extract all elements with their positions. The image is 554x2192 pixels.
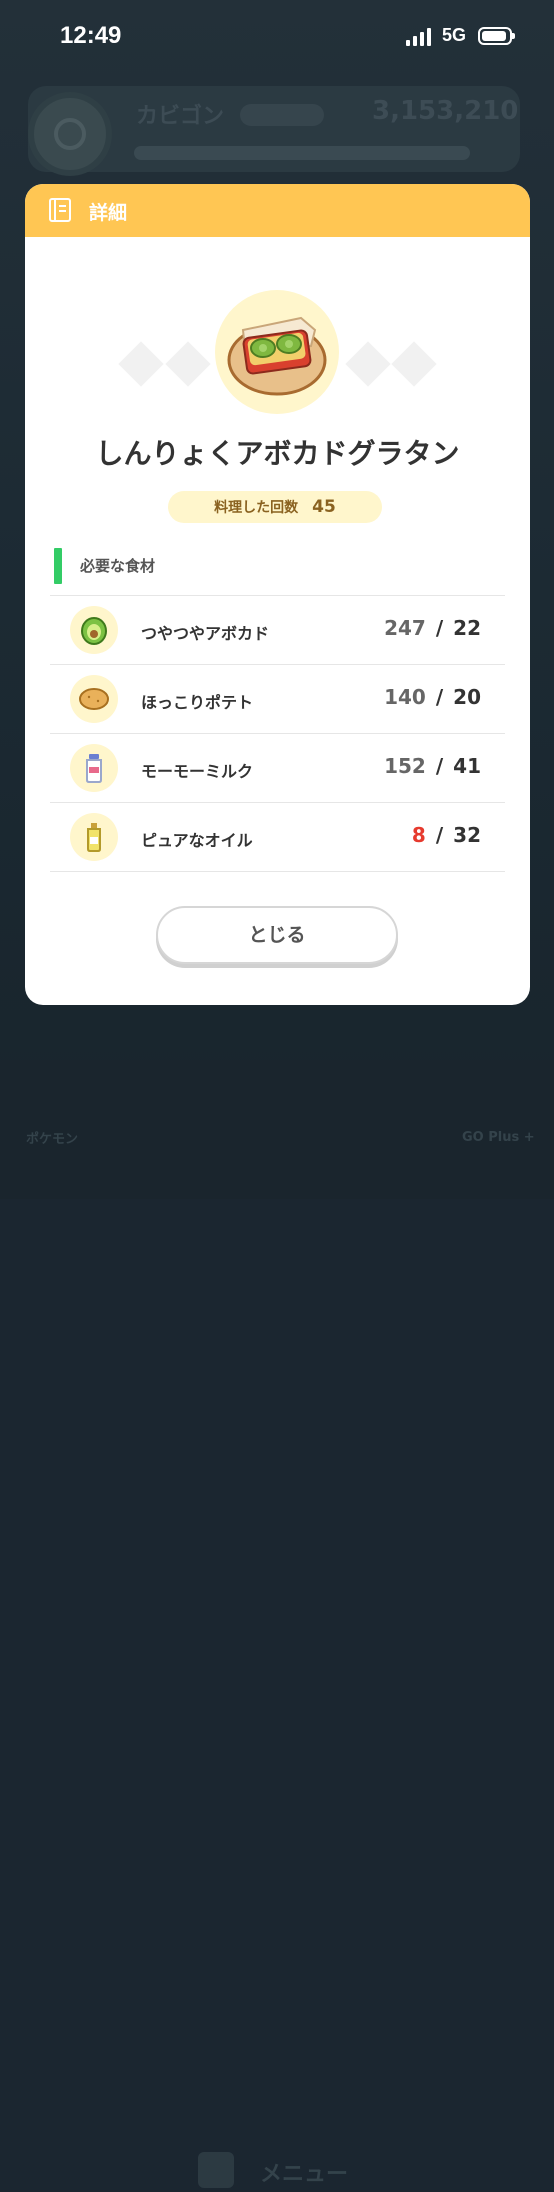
ingredient-row: ほっこりポテト 140 / 20 (50, 664, 505, 733)
bg-bottom-nav: ポケモン メニュー GO Plus + (0, 1060, 554, 2188)
status-time: 12:49 (60, 22, 122, 49)
cooked-count-value: 45 (312, 497, 336, 517)
ingredient-have: 247 (384, 616, 426, 640)
ingredient-icon-bg (70, 813, 118, 861)
bg-badge (240, 104, 324, 126)
ingredient-quantity: 8 / 32 (412, 823, 481, 847)
ingredient-name: モーモーミルク (141, 762, 254, 781)
ingredient-name: ほっこりポテト (141, 693, 254, 712)
quantity-separator: / (435, 823, 444, 847)
network-type: 5G (442, 25, 467, 45)
ingredient-need: 20 (453, 685, 481, 709)
quantity-separator: / (435, 616, 444, 640)
book-icon (49, 198, 71, 222)
milk-icon (86, 754, 102, 783)
bg-menu: メニュー (198, 2148, 348, 2192)
ingredient-quantity: 152 / 41 (384, 754, 481, 778)
bg-progress-bar (134, 146, 470, 160)
bg-menu-icon (198, 2152, 234, 2188)
ingredient-row: つやつやアボカド 247 / 22 (50, 595, 505, 664)
quantity-separator: / (435, 754, 444, 778)
ingredient-icon-bg (70, 675, 118, 723)
avocado-icon (81, 617, 107, 645)
bg-nav-pokemon: ポケモン (26, 1132, 79, 1147)
modal-header: 詳細 (25, 184, 530, 237)
signal-icon (406, 28, 432, 46)
bg-power-value: 3,153,210 (372, 96, 519, 126)
ingredient-need: 22 (453, 616, 481, 640)
modal-title: 詳細 (89, 202, 128, 224)
quantity-separator: / (435, 685, 444, 709)
ingredient-list: つやつやアボカド 247 / 22 ほっこりポテト 140 / 20 モーモーミルク 1… (50, 595, 505, 872)
ingredient-quantity: 247 / 22 (384, 616, 481, 640)
ingredient-row: モーモーミルク 152 / 41 (50, 733, 505, 802)
dish-name: しんりょくアボカドグラタン (95, 437, 460, 470)
oil-icon (87, 823, 101, 852)
ingredient-have: 8 (411, 823, 426, 847)
ingredient-quantity: 140 / 20 (384, 685, 481, 709)
potato-icon (79, 688, 109, 710)
dish-image (215, 290, 339, 414)
ingredient-name: つやつやアボカド (141, 624, 270, 643)
bg-avatar (28, 92, 112, 176)
recipe-detail-modal: 詳細 しんりょくアボカドグラタン 料理した回数 45 必要な食材 つやつやアボカ… (25, 184, 530, 1005)
close-button[interactable]: とじる (156, 906, 398, 964)
ingredient-name: ピュアなオイル (141, 831, 253, 850)
cooked-count-pill: 料理した回数 45 (168, 491, 382, 523)
ingredient-icon-bg (70, 744, 118, 792)
bg-menu-label: メニュー (260, 2162, 349, 2187)
bg-nav-goplus: GO Plus + (462, 1130, 535, 1145)
ingredient-have: 152 (384, 754, 426, 778)
ingredient-icon-bg (70, 606, 118, 654)
cooked-count-label: 料理した回数 (214, 500, 299, 516)
gratin-icon (227, 316, 327, 396)
ingredient-need: 41 (453, 754, 481, 778)
ingredient-have: 140 (384, 685, 426, 709)
section-title: 必要な食材 (80, 557, 156, 575)
section-accent-bar (54, 548, 62, 584)
status-bar: 12:49 5G (0, 0, 554, 70)
bg-pokemon-name: カビゴン (136, 104, 225, 129)
ingredient-need: 32 (453, 823, 481, 847)
ingredient-row: ピュアなオイル 8 / 32 (50, 802, 505, 872)
battery-icon (478, 27, 515, 45)
